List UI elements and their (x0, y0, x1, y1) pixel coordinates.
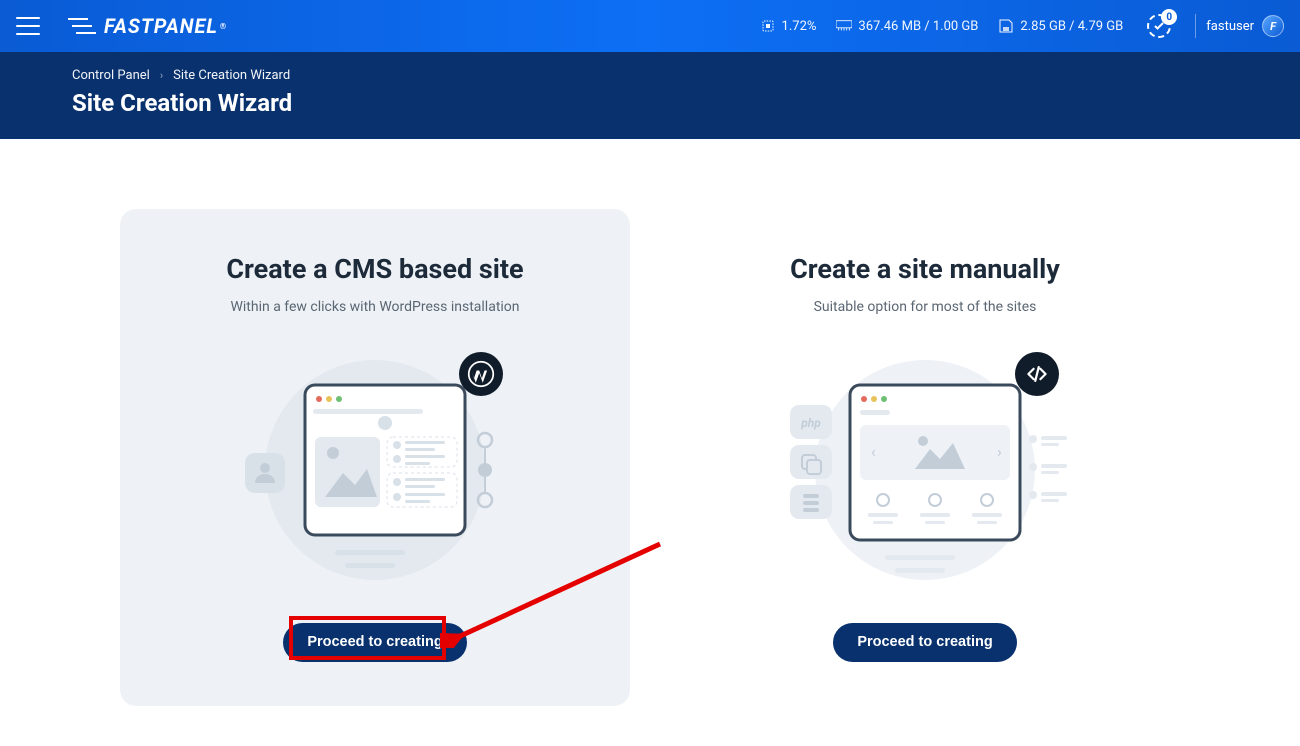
cpu-icon (760, 18, 776, 34)
cpu-value: 1.72% (782, 19, 817, 34)
card-cms-subtitle: Within a few clicks with WordPress insta… (230, 299, 519, 315)
breadcrumb-root[interactable]: Control Panel (72, 68, 150, 83)
wordpress-icon (459, 352, 503, 396)
card-cms-title: Create a CMS based site (226, 253, 523, 285)
cms-proceed-button[interactable]: Proceed to creating (283, 623, 466, 662)
user-menu[interactable]: fastuser F (1206, 15, 1284, 37)
card-cms: Create a CMS based site Within a few cli… (120, 209, 630, 706)
logo-text: FASTPANEL (104, 14, 218, 38)
breadcrumb-current: Site Creation Wizard (173, 68, 290, 83)
top-header: FASTPANEL® 1.72% 367.46 MB / 1.00 GB 2.8… (0, 0, 1300, 52)
sub-header: Control Panel › Site Creation Wizard Sit… (0, 52, 1300, 139)
username: fastuser (1206, 19, 1254, 34)
card-manual-subtitle: Suitable option for most of the sites (814, 299, 1037, 315)
manual-proceed-button[interactable]: Proceed to creating (833, 623, 1016, 662)
chevron-right-icon: › (160, 69, 163, 82)
menu-toggle-icon[interactable] (16, 17, 40, 35)
ram-value: 367.46 MB / 1.00 GB (858, 19, 978, 34)
avatar: F (1262, 15, 1284, 37)
svg-text:‹: ‹ (871, 442, 876, 461)
card-manual-illustration: php (755, 345, 1095, 595)
tasks-button[interactable]: 0 (1147, 14, 1171, 38)
page-title: Site Creation Wizard (72, 89, 1228, 117)
card-cms-illustration (205, 345, 545, 595)
ram-stat: 367.46 MB / 1.00 GB (836, 18, 978, 34)
content: Create a CMS based site Within a few cli… (0, 139, 1300, 746)
card-manual: Create a site manually Suitable option f… (670, 209, 1180, 706)
svg-text:›: › (997, 442, 1002, 461)
ram-icon (836, 18, 852, 34)
cpu-stat: 1.72% (760, 18, 817, 34)
breadcrumb: Control Panel › Site Creation Wizard (72, 68, 1228, 83)
disk-stat: 2.85 GB / 4.79 GB (998, 18, 1123, 34)
card-manual-title: Create a site manually (790, 253, 1060, 285)
code-icon (1015, 352, 1059, 396)
tasks-count-badge: 0 (1161, 9, 1177, 25)
disk-icon (998, 18, 1014, 34)
logo-icon (68, 16, 98, 36)
svg-text:php: php (800, 416, 821, 430)
logo[interactable]: FASTPANEL® (68, 14, 227, 38)
disk-value: 2.85 GB / 4.79 GB (1020, 19, 1123, 34)
